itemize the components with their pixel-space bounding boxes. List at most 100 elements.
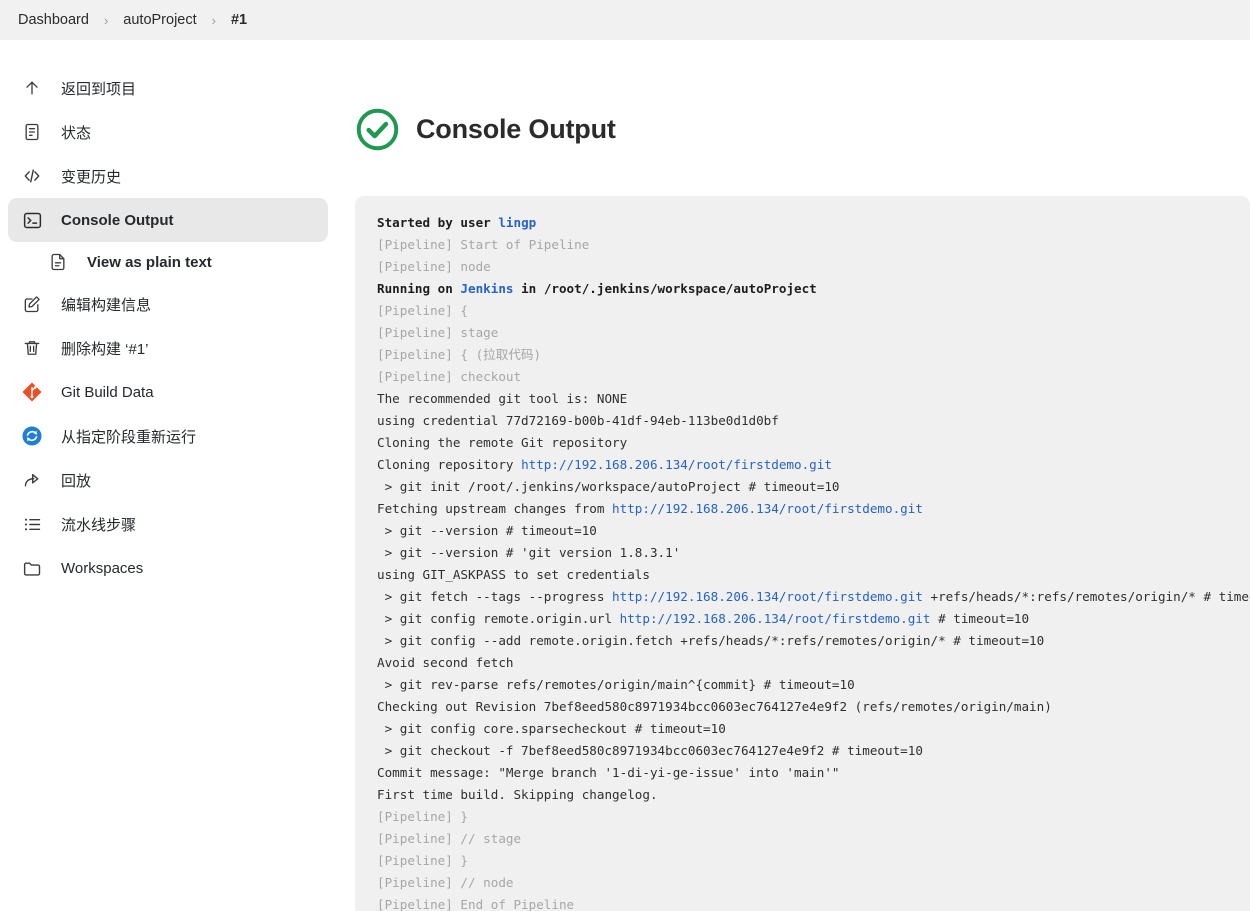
sidebar-item-pipeline-steps[interactable]: 流水线步骤 xyxy=(8,502,328,546)
console-line: The recommended git tool is: NONE xyxy=(377,388,1250,410)
sidebar-item-workspaces[interactable]: Workspaces xyxy=(8,546,328,590)
sidebar-item-console-output[interactable]: Console Output xyxy=(8,198,328,242)
sidebar-item-label: 删除构建 ‘#1’ xyxy=(61,340,149,358)
sidebar-item-label: View as plain text xyxy=(87,253,212,271)
console-line: Checking out Revision 7bef8eed580c897193… xyxy=(377,696,1250,718)
console-line: > git init /root/.jenkins/workspace/auto… xyxy=(377,476,1250,498)
console-text: [Pipeline] // node xyxy=(377,875,514,891)
console-link[interactable]: http://192.168.206.134/root/firstdemo.gi… xyxy=(521,457,832,472)
console-text: The recommended git tool is: NONE xyxy=(377,391,628,407)
main-content: Console Output Started by user lingp [Pip… xyxy=(355,40,1250,911)
console-line: [Pipeline] stage xyxy=(377,322,1250,344)
sidebar-item-view-as-plain-text[interactable]: View as plain text xyxy=(34,242,328,282)
page-title-row: Console Output xyxy=(355,96,1250,163)
console-user-link[interactable]: Jenkins xyxy=(460,281,513,296)
plain-text-file-icon xyxy=(47,251,69,273)
console-line: [Pipeline] } xyxy=(377,806,1250,828)
console-output-panel[interactable]: Started by user lingp [Pipeline] Start of… xyxy=(355,196,1250,911)
sidebar-item-git-build-data[interactable]: Git Build Data xyxy=(8,370,328,414)
sidebar-item-status[interactable]: 状态 xyxy=(8,110,328,154)
console-text: [Pipeline] stage xyxy=(377,325,499,341)
breadcrumb-item-dashboard[interactable]: Dashboard xyxy=(8,8,99,32)
console-text: > git --version # timeout=10 xyxy=(377,523,597,539)
console-line: using GIT_ASKPASS to set credentials xyxy=(377,564,1250,586)
sidebar-item-back-to-project[interactable]: 返回到项目 xyxy=(8,66,328,110)
console-text: [Pipeline] { xyxy=(377,303,468,319)
sidebar-item-label: 回放 xyxy=(61,472,92,490)
console-line: > git rev-parse refs/remotes/origin/main… xyxy=(377,674,1250,696)
console-text: > git init /root/.jenkins/workspace/auto… xyxy=(377,479,840,495)
console-line: [Pipeline] node xyxy=(377,256,1250,278)
sidebar-item-label: Git Build Data xyxy=(61,383,154,401)
console-text: > git config core.sparsecheckout # timeo… xyxy=(377,721,726,737)
console-text: Cloning repository xyxy=(377,457,522,473)
console-text: > git config remote.origin.url xyxy=(377,611,620,627)
console-line: > git checkout -f 7bef8eed580c8971934bcc… xyxy=(377,740,1250,762)
pipeline-steps-icon xyxy=(21,513,43,535)
console-text: Cloning the remote Git repository xyxy=(377,435,628,451)
console-user-link[interactable]: lingp xyxy=(498,215,536,230)
console-text: # timeout=10 xyxy=(930,611,1030,627)
console-line: > git config core.sparsecheckout # timeo… xyxy=(377,718,1250,740)
console-line: First time build. Skipping changelog. xyxy=(377,784,1250,806)
console-text: Checking out Revision 7bef8eed580c897193… xyxy=(377,699,1052,715)
sidebar-item-replay[interactable]: 回放 xyxy=(8,458,328,502)
console-link[interactable]: http://192.168.206.134/root/firstdemo.gi… xyxy=(612,501,923,516)
console-line: Cloning the remote Git repository xyxy=(377,432,1250,454)
sidebar-item-label: 状态 xyxy=(61,124,92,142)
console-text: > git checkout -f 7bef8eed580c8971934bcc… xyxy=(377,743,923,759)
console-line: Started by user lingp xyxy=(377,212,1250,234)
sidebar-item-label: Workspaces xyxy=(61,559,144,577)
console-text: [Pipeline] node xyxy=(377,259,491,275)
console-line: > git --version # timeout=10 xyxy=(377,520,1250,542)
console-line: [Pipeline] End of Pipeline xyxy=(377,894,1250,911)
restart-circle-icon xyxy=(21,425,43,447)
trash-icon xyxy=(21,337,43,359)
console-text: using credential 77d72169-b00b-41df-94eb… xyxy=(377,413,779,429)
code-brackets-icon xyxy=(21,165,43,187)
console-line: using credential 77d72169-b00b-41df-94eb… xyxy=(377,410,1250,432)
replay-arrow-icon xyxy=(21,469,43,491)
sidebar-item-changes[interactable]: 变更历史 xyxy=(8,154,328,198)
sidebar-item-restart-from-stage[interactable]: 从指定阶段重新运行 xyxy=(8,414,328,458)
console-line: Cloning repository http://192.168.206.13… xyxy=(377,454,1250,476)
console-text: > git --version # 'git version 1.8.3.1' xyxy=(377,545,681,561)
console-text: > git config --add remote.origin.fetch +… xyxy=(377,633,1045,649)
page-body: 返回到项目状态变更历史 Console Output View as plain t… xyxy=(0,40,1250,911)
page-title: Console Output xyxy=(416,114,616,145)
console-text: [Pipeline] // stage xyxy=(377,831,522,847)
console-text: [Pipeline] End of Pipeline xyxy=(377,897,575,911)
console-text: Commit message: "Merge branch '1-di-yi-g… xyxy=(377,765,840,781)
console-line: > git --version # 'git version 1.8.3.1' xyxy=(377,542,1250,564)
console-text: Fetching upstream changes from xyxy=(377,501,613,517)
console-line: Commit message: "Merge branch '1-di-yi-g… xyxy=(377,762,1250,784)
console-line: [Pipeline] // node xyxy=(377,872,1250,894)
sidebar-item-label: 从指定阶段重新运行 xyxy=(61,428,197,446)
console-text: First time build. Skipping changelog. xyxy=(377,787,658,803)
sidebar-item-edit-build-information[interactable]: 编辑构建信息 xyxy=(8,282,328,326)
console-text: > git rev-parse refs/remotes/origin/main… xyxy=(377,677,855,693)
git-icon xyxy=(21,381,43,403)
console-text: [Pipeline] } xyxy=(377,809,468,825)
breadcrumb: Dashboard › autoProject › #1 xyxy=(0,0,1250,40)
console-line: [Pipeline] // stage xyxy=(377,828,1250,850)
status-document-icon xyxy=(21,121,43,143)
sidebar-item-label: 变更历史 xyxy=(61,168,122,186)
console-line: > git fetch --tags --progress http://192… xyxy=(377,586,1250,608)
console-line: [Pipeline] checkout xyxy=(377,366,1250,388)
breadcrumb-separator-icon: › xyxy=(211,12,216,28)
sidebar: 返回到项目状态变更历史 Console Output View as plain t… xyxy=(0,40,355,590)
console-line: [Pipeline] Start of Pipeline xyxy=(377,234,1250,256)
console-link[interactable]: http://192.168.206.134/root/firstdemo.gi… xyxy=(620,611,931,626)
breadcrumb-separator-icon: › xyxy=(103,12,109,28)
breadcrumb-item-build-number[interactable]: #1 xyxy=(221,8,257,32)
console-link[interactable]: http://192.168.206.134/root/firstdemo.gi… xyxy=(612,589,923,604)
console-line: [Pipeline] { (拉取代码) xyxy=(377,344,1250,366)
console-line: Fetching upstream changes from http://19… xyxy=(377,498,1250,520)
console-text: [Pipeline] } xyxy=(377,853,468,869)
console-text: in /root/.jenkins/workspace/autoProject xyxy=(513,281,817,297)
console-text: > git fetch --tags --progress xyxy=(377,589,613,605)
breadcrumb-item-autoproject[interactable]: autoProject xyxy=(113,8,206,32)
sidebar-item-delete-build[interactable]: 删除构建 ‘#1’ xyxy=(8,326,328,370)
console-text: Started by user xyxy=(377,215,499,231)
